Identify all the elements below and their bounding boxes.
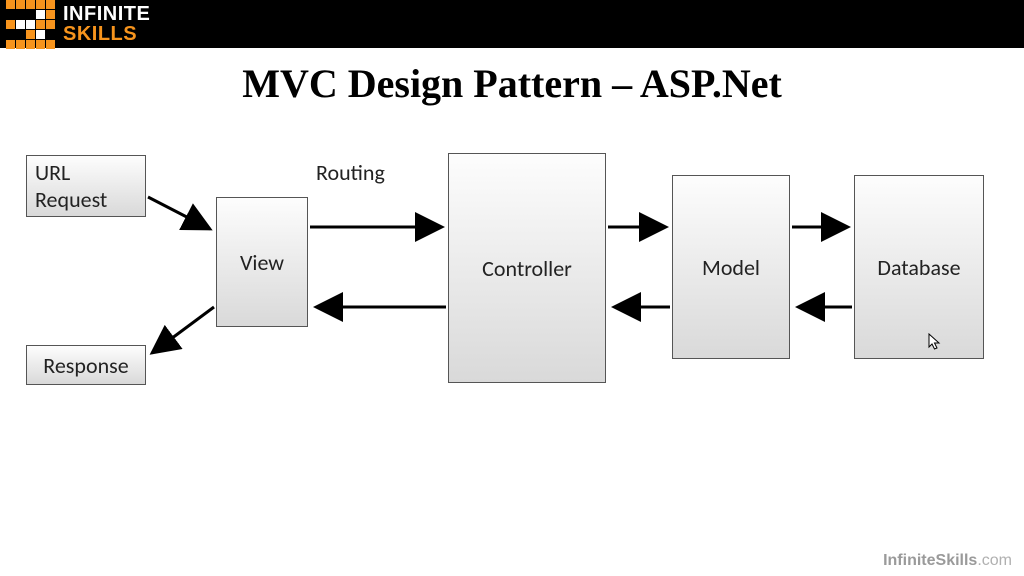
box-model: Model (672, 175, 790, 359)
cursor-icon (928, 333, 942, 351)
header-bar: INFINITE SKILLS (0, 0, 1024, 48)
logo-line1: INFINITE (63, 4, 150, 24)
label-routing: Routing (316, 159, 385, 186)
box-controller: Controller (448, 153, 606, 383)
arrow-url-to-view (148, 197, 210, 229)
footer-suffix: .com (977, 552, 1012, 569)
footer-watermark: InfiniteSkills.com (883, 552, 1012, 570)
box-url-request: URL Request (26, 155, 146, 217)
box-view: View (216, 197, 308, 327)
logo-line2: SKILLS (63, 24, 150, 44)
box-database: Database (854, 175, 984, 359)
footer-brand: InfiniteSkills (883, 552, 977, 569)
logo-icon (6, 0, 55, 49)
diagram-canvas: URL Request Response View Controller Mod… (0, 127, 1024, 527)
page-title: MVC Design Pattern – ASP.Net (0, 60, 1024, 107)
box-response: Response (26, 345, 146, 385)
arrow-view-to-response (152, 307, 214, 353)
logo-text: INFINITE SKILLS (63, 4, 150, 44)
